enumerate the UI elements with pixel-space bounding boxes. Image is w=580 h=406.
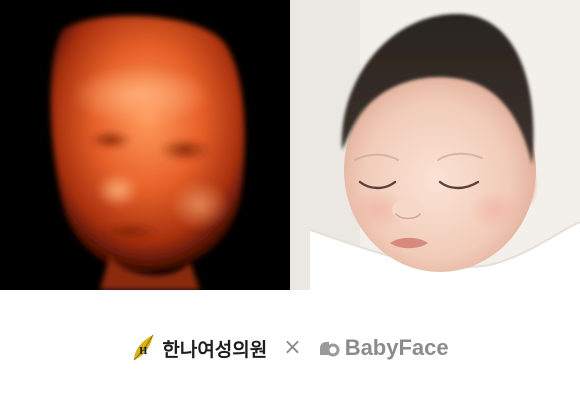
ultrasound-face-illustration xyxy=(0,0,290,290)
product-brand: BabyFace xyxy=(318,335,449,361)
brand-row: H 한나여성의원 × BabyFace xyxy=(0,290,580,406)
newborn-face-illustration xyxy=(290,0,580,290)
partner-name: 한나여성의원 xyxy=(162,338,268,361)
partner-brand: H 한나여성의원 xyxy=(131,333,267,363)
hana-leaf-logo-icon: H xyxy=(134,334,154,361)
comparison-banner: H 한나여성의원 × BabyFace xyxy=(0,0,580,406)
newborn-image xyxy=(290,0,580,290)
svg-text:H: H xyxy=(139,347,148,357)
product-name: BabyFace xyxy=(344,335,449,360)
collaboration-separator: × xyxy=(283,335,302,360)
babyface-logo-icon xyxy=(319,342,340,357)
ultrasound-image xyxy=(0,0,290,290)
